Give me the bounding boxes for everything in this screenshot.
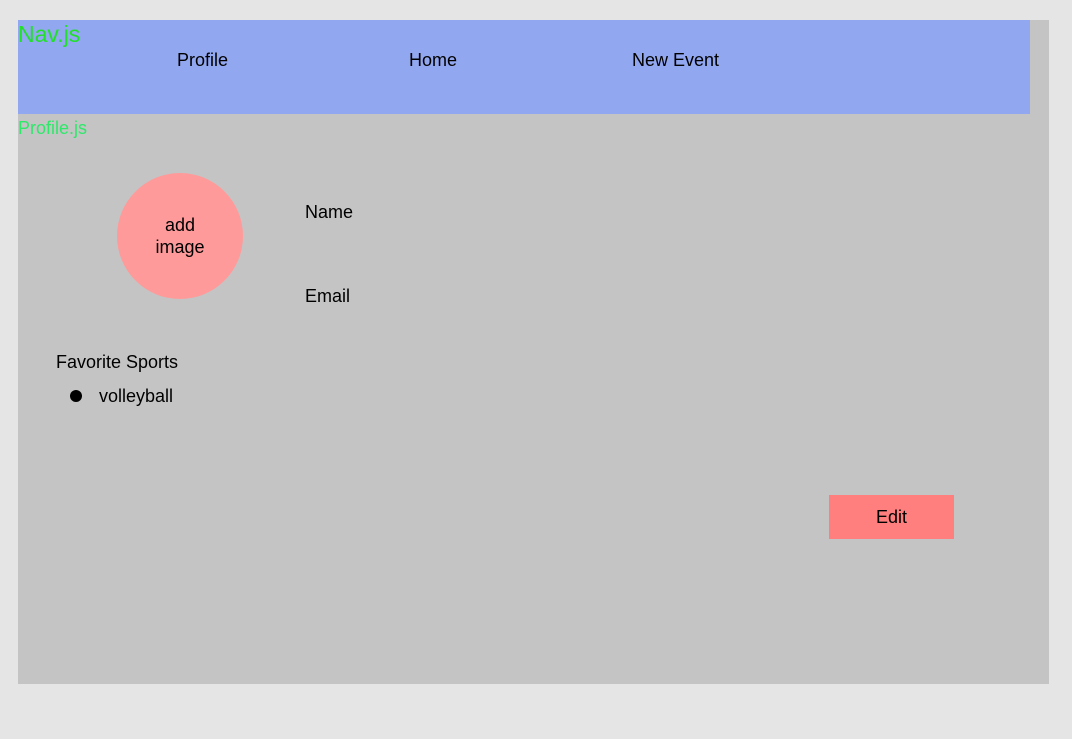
avatar-label: add image: [155, 215, 205, 257]
nav-component-label: Nav.js: [18, 21, 81, 47]
nav-link-new-event[interactable]: New Event: [632, 50, 719, 70]
nav-link-home[interactable]: Home: [409, 50, 457, 70]
sport-name: volleyball: [99, 386, 174, 406]
favorite-sports-title: Favorite Sports: [56, 352, 179, 372]
edit-button[interactable]: Edit: [829, 495, 954, 539]
profile-component-label: Profile.js: [18, 118, 88, 138]
bullet-icon: [70, 390, 82, 402]
nav-link-profile[interactable]: Profile: [177, 50, 228, 70]
name-label: Name: [305, 202, 354, 222]
email-label: Email: [305, 286, 351, 306]
sport-list-item: volleyball: [70, 386, 173, 406]
nav-bar: Nav.js Profile Home New Event: [18, 20, 1030, 114]
app-frame: Nav.js Profile Home New Event Profile.js…: [18, 20, 1049, 684]
add-image-avatar[interactable]: add image: [117, 173, 243, 299]
